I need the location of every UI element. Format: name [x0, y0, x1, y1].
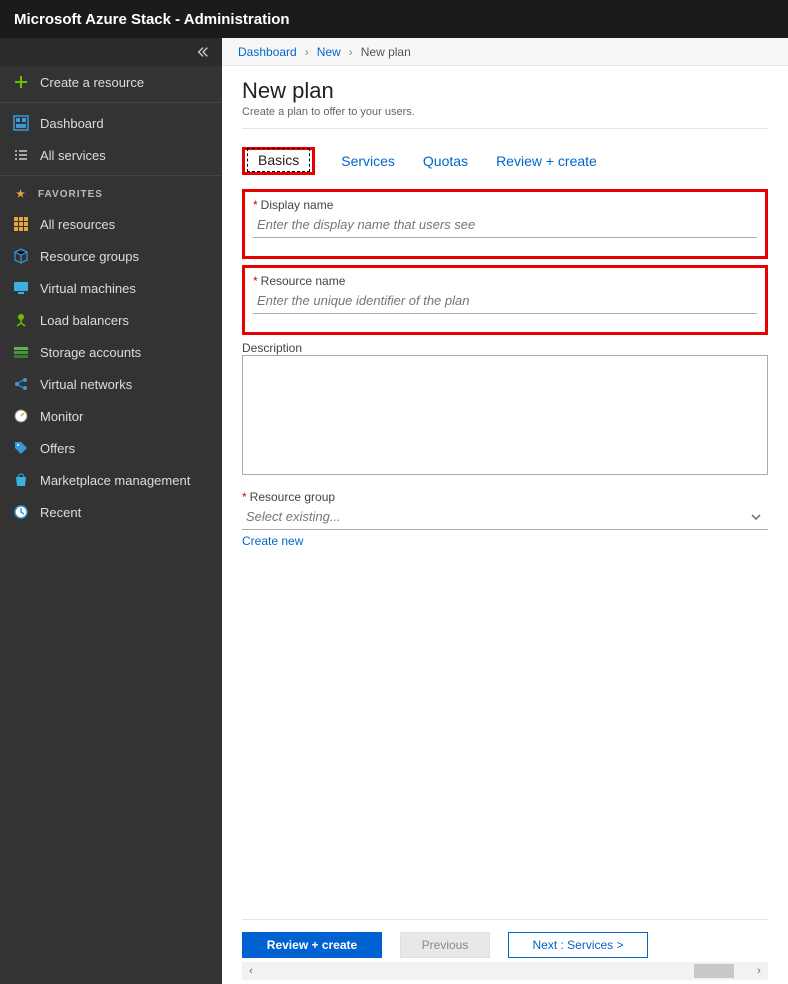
chevron-double-left-icon: [194, 43, 212, 61]
sidebar: Create a resource Dashboard All services…: [0, 38, 222, 984]
sidebar-item-load-balancers[interactable]: Load balancers: [0, 304, 222, 336]
sidebar-item-label: Recent: [40, 505, 81, 520]
sidebar-item-label: Storage accounts: [40, 345, 141, 360]
sidebar-item-label: Create a resource: [40, 75, 144, 90]
plus-icon: [12, 73, 30, 91]
sidebar-collapse-button[interactable]: [0, 38, 222, 66]
highlight-box: Basics: [242, 147, 315, 175]
cube-icon: [12, 247, 30, 265]
sidebar-item-label: Offers: [40, 441, 75, 456]
page-subtitle: Create a plan to offer to your users.: [242, 106, 768, 118]
scroll-right-icon[interactable]: ›: [750, 965, 768, 977]
dashboard-icon: [12, 114, 30, 132]
scrollbar-thumb[interactable]: [694, 964, 734, 978]
sidebar-favorites-header: ★ FAVORITES: [0, 180, 222, 208]
sidebar-all-services[interactable]: All services: [0, 139, 222, 171]
tab-bar: Basics Services Quotas Review + create: [242, 147, 768, 175]
sidebar-item-label: Virtual networks: [40, 377, 132, 392]
description-textarea[interactable]: [242, 355, 768, 475]
highlight-box: *Resource name: [242, 265, 768, 335]
sidebar-item-label: Dashboard: [40, 116, 104, 131]
chevron-right-icon: ›: [305, 45, 309, 59]
chevron-right-icon: ›: [349, 45, 353, 59]
app-header: Microsoft Azure Stack - Administration: [0, 0, 788, 38]
breadcrumb-dashboard[interactable]: Dashboard: [238, 45, 297, 59]
sidebar-item-offers[interactable]: Offers: [0, 432, 222, 464]
page-title: New plan: [242, 78, 768, 104]
load-balancer-icon: [12, 311, 30, 329]
network-icon: [12, 375, 30, 393]
breadcrumb-current: New plan: [361, 45, 411, 59]
sidebar-item-label: Monitor: [40, 409, 83, 424]
sidebar-item-label: All services: [40, 148, 106, 163]
resource-group-select[interactable]: Select existing...: [242, 504, 768, 530]
resource-group-label: *Resource group: [242, 490, 768, 504]
tab-basics[interactable]: Basics: [247, 148, 310, 172]
tag-icon: [12, 439, 30, 457]
gauge-icon: [12, 407, 30, 425]
sidebar-item-monitor[interactable]: Monitor: [0, 400, 222, 432]
tab-review-create[interactable]: Review + create: [494, 149, 599, 173]
resource-name-input[interactable]: [253, 288, 757, 314]
clock-icon: [12, 503, 30, 521]
sidebar-item-marketplace[interactable]: Marketplace management: [0, 464, 222, 496]
list-icon: [12, 146, 30, 164]
highlight-box: *Display name: [242, 189, 768, 259]
next-button[interactable]: Next : Services >: [508, 932, 648, 958]
sidebar-item-label: Load balancers: [40, 313, 129, 328]
sidebar-item-all-resources[interactable]: All resources: [0, 208, 222, 240]
favorites-label: FAVORITES: [38, 189, 103, 200]
wizard-footer: Review + create Previous Next : Services…: [242, 919, 768, 958]
main-panel: Dashboard › New › New plan New plan Crea…: [222, 38, 788, 984]
shopping-bag-icon: [12, 471, 30, 489]
sidebar-item-virtual-machines[interactable]: Virtual machines: [0, 272, 222, 304]
sidebar-item-label: Virtual machines: [40, 281, 136, 296]
sidebar-item-resource-groups[interactable]: Resource groups: [0, 240, 222, 272]
sidebar-item-label: All resources: [40, 217, 115, 232]
display-name-input[interactable]: [253, 212, 757, 238]
sidebar-item-label: Marketplace management: [40, 473, 190, 488]
tab-services[interactable]: Services: [339, 149, 397, 173]
review-create-button[interactable]: Review + create: [242, 932, 382, 958]
star-icon: ★: [12, 185, 30, 203]
breadcrumb-new[interactable]: New: [317, 45, 341, 59]
sidebar-item-storage-accounts[interactable]: Storage accounts: [0, 336, 222, 368]
monitor-icon: [12, 279, 30, 297]
horizontal-scrollbar[interactable]: ‹ ›: [242, 962, 768, 980]
sidebar-create-resource[interactable]: Create a resource: [0, 66, 222, 98]
sidebar-item-recent[interactable]: Recent: [0, 496, 222, 528]
description-label: Description: [242, 341, 768, 355]
scroll-left-icon[interactable]: ‹: [242, 965, 260, 977]
resource-name-label: *Resource name: [253, 274, 757, 288]
sidebar-item-label: Resource groups: [40, 249, 139, 264]
create-new-link[interactable]: Create new: [242, 534, 303, 548]
previous-button: Previous: [400, 932, 490, 958]
storage-icon: [12, 343, 30, 361]
display-name-label: *Display name: [253, 198, 757, 212]
tab-quotas[interactable]: Quotas: [421, 149, 470, 173]
grid-icon: [12, 215, 30, 233]
sidebar-dashboard[interactable]: Dashboard: [0, 107, 222, 139]
sidebar-item-virtual-networks[interactable]: Virtual networks: [0, 368, 222, 400]
app-title: Microsoft Azure Stack - Administration: [14, 11, 290, 28]
breadcrumb: Dashboard › New › New plan: [222, 38, 788, 66]
